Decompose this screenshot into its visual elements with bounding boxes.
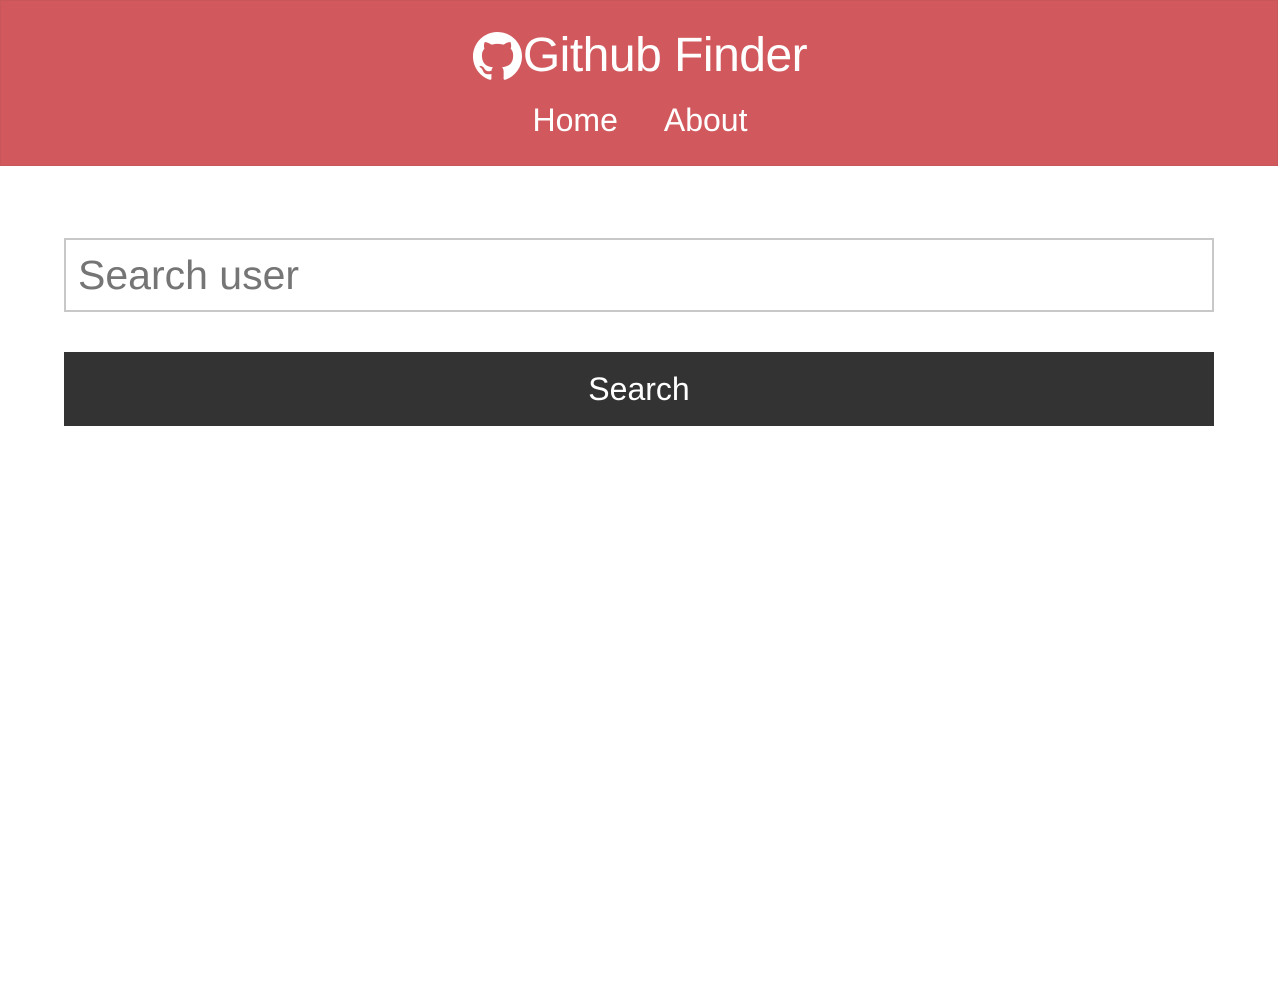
brand: Github Finder <box>1 27 1278 85</box>
github-icon <box>472 31 522 81</box>
nav-links: Home About <box>1 99 1278 141</box>
search-button[interactable]: Search <box>64 352 1214 426</box>
app-title: Github Finder <box>522 29 808 82</box>
search-input[interactable] <box>64 238 1214 312</box>
navbar: Github Finder Home About <box>0 0 1278 166</box>
nav-link-home[interactable]: Home <box>533 99 618 141</box>
search-form: Search <box>64 238 1214 426</box>
nav-link-about[interactable]: About <box>664 99 748 141</box>
